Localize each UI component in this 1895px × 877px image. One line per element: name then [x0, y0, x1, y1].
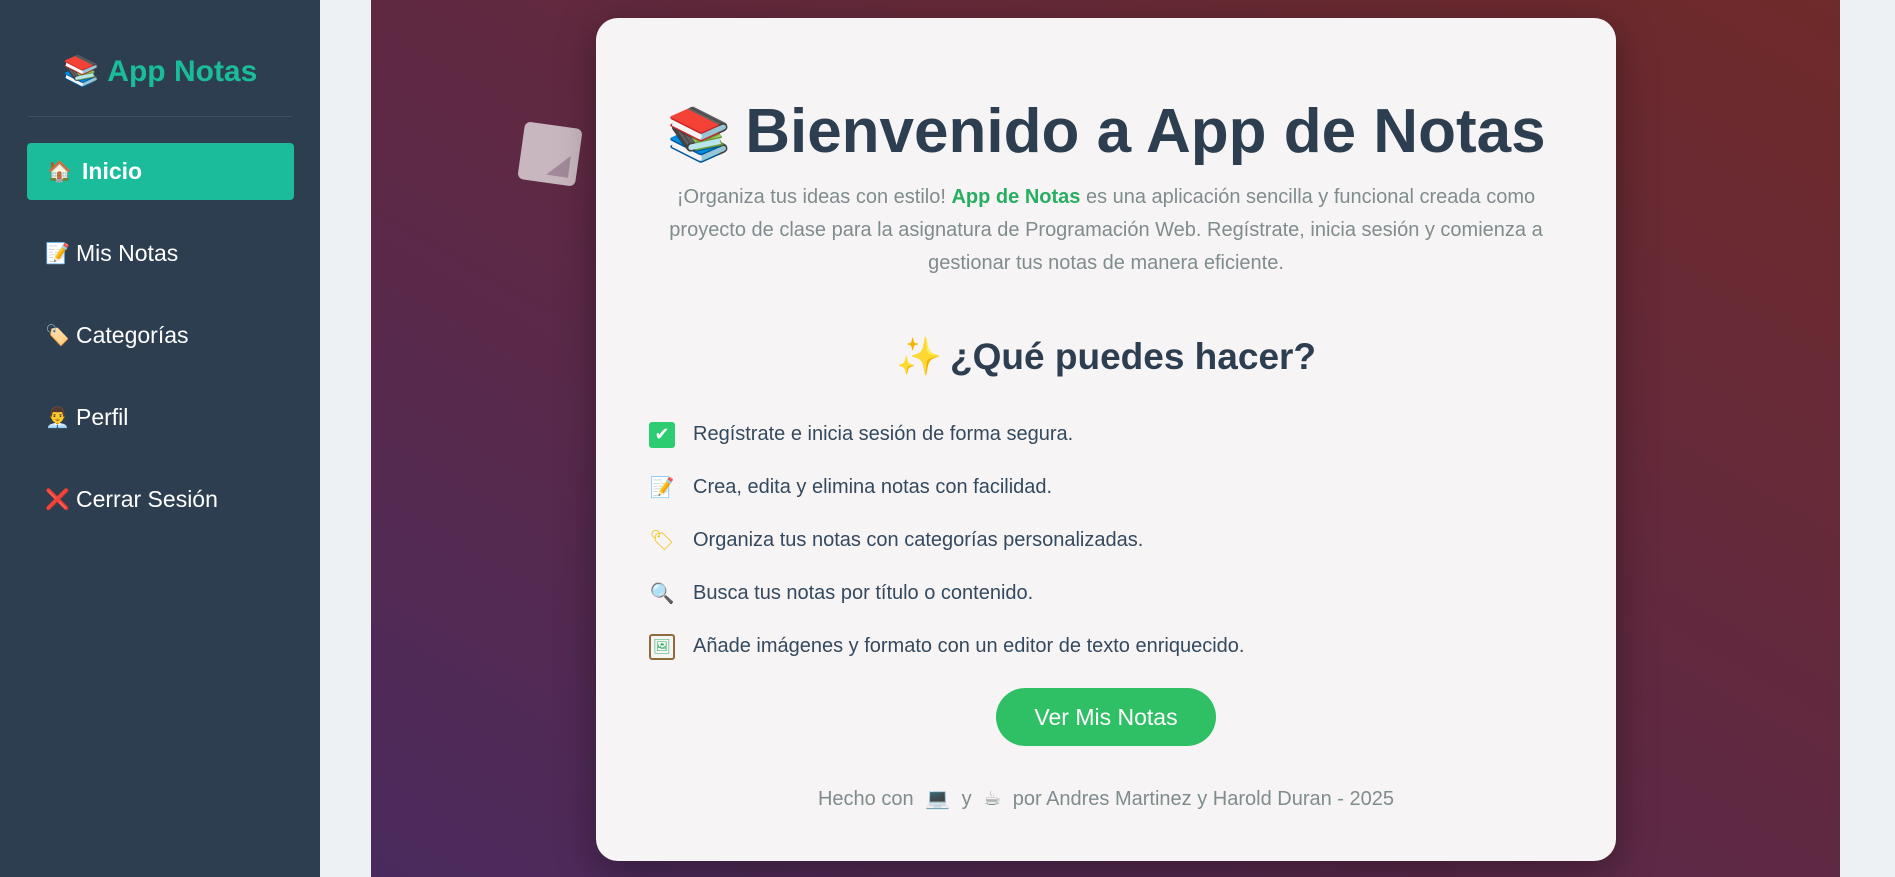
books-icon: 📚 [666, 106, 732, 164]
view-notes-button[interactable]: Ver Mis Notas [996, 688, 1216, 746]
sidebar-item-label: Inicio [82, 158, 143, 184]
close-icon: ❌ [45, 489, 70, 511]
features-list: ✔ Regístrate e inicia sesión de forma se… [649, 408, 1569, 673]
coffee-icon: ☕ [983, 788, 1002, 810]
sticky-note-decoration [517, 121, 583, 187]
list-item: 🔍 Busca tus notas por título o contenido… [649, 567, 1569, 620]
tag-icon: 🏷 [649, 530, 675, 552]
sidebar-nav: 🏠 Inicio 📝 Mis Notas 🏷️ Categorías 👨‍💼 P… [27, 143, 294, 553]
intro-text: ¡Organiza tus ideas con estilo! App de N… [654, 181, 1558, 280]
features-heading: ✨ ¿Qué puedes hacer? [596, 336, 1616, 379]
footer-before: Hecho con [817, 788, 914, 810]
memo-icon: 📝 [45, 243, 70, 265]
list-item: ✔ Regístrate e inicia sesión de forma se… [649, 408, 1569, 461]
sparkles-icon: ✨ [895, 336, 943, 377]
feature-text: Crea, edita y elimina notas con facilida… [693, 476, 1053, 498]
brand-label: App Notas [107, 55, 258, 88]
search-icon: 🔍 [649, 583, 675, 605]
home-icon: 🏠 [47, 161, 72, 183]
sidebar-item-categorias[interactable]: 🏷️ Categorías [27, 307, 294, 364]
feature-text: Añade imágenes y formato con un editor d… [693, 635, 1245, 657]
footer-middle: y [961, 788, 972, 810]
footer-after: por Andres Martinez y Harold Duran - 202… [1012, 788, 1395, 810]
sidebar-item-label: Categorías [76, 322, 189, 348]
sidebar-item-label: Mis Notas [76, 240, 179, 266]
sidebar: 📚 App Notas 🏠 Inicio 📝 Mis Notas 🏷️ Cate… [0, 0, 320, 877]
list-item: 📝 Crea, edita y elimina notas con facili… [649, 461, 1569, 514]
sidebar-item-mis-notas[interactable]: 📝 Mis Notas [27, 225, 294, 282]
intro-before: ¡Organiza tus ideas con estilo! [676, 186, 952, 208]
page-title-text: Bienvenido a App de Notas [745, 97, 1546, 166]
sidebar-item-perfil[interactable]: 👨‍💼 Perfil [27, 389, 294, 446]
list-item: 🖼 Añade imágenes y formato con un editor… [649, 620, 1569, 673]
list-item: 🏷 Organiza tus notas con categorías pers… [649, 514, 1569, 567]
tag-icon: 🏷️ [45, 325, 70, 347]
image-icon: 🖼 [649, 633, 675, 660]
sidebar-item-label: Cerrar Sesión [76, 486, 218, 512]
sidebar-item-cerrar-sesion[interactable]: ❌ Cerrar Sesión [27, 471, 294, 528]
feature-text: Busca tus notas por título o contenido. [693, 582, 1034, 604]
brand[interactable]: 📚 App Notas [28, 54, 292, 89]
laptop-icon: 💻 [925, 788, 951, 810]
page-title: 📚 Bienvenido a App de Notas [596, 96, 1616, 167]
user-icon: 👨‍💼 [45, 407, 70, 429]
welcome-card: 📚 Bienvenido a App de Notas ¡Organiza tus… [596, 18, 1616, 861]
sidebar-item-label: Perfil [76, 404, 129, 430]
scroll-gutter [1840, 0, 1895, 877]
gutter [320, 0, 371, 877]
features-heading-text: ¿Qué puedes hacer? [950, 336, 1317, 377]
memo-icon: 📝 [649, 477, 675, 499]
footer-credit: Hecho con 💻 y ☕ por Andres Martinez y Ha… [596, 786, 1616, 811]
feature-text: Organiza tus notas con categorías person… [693, 529, 1144, 551]
feature-text: Regístrate e inicia sesión de forma segu… [693, 423, 1074, 445]
intro-highlight: App de Notas [951, 186, 1081, 208]
checkmark-icon: ✔ [649, 421, 675, 448]
books-icon: 📚 [62, 55, 101, 88]
sidebar-item-inicio[interactable]: 🏠 Inicio [27, 143, 294, 200]
sidebar-divider [28, 116, 292, 117]
